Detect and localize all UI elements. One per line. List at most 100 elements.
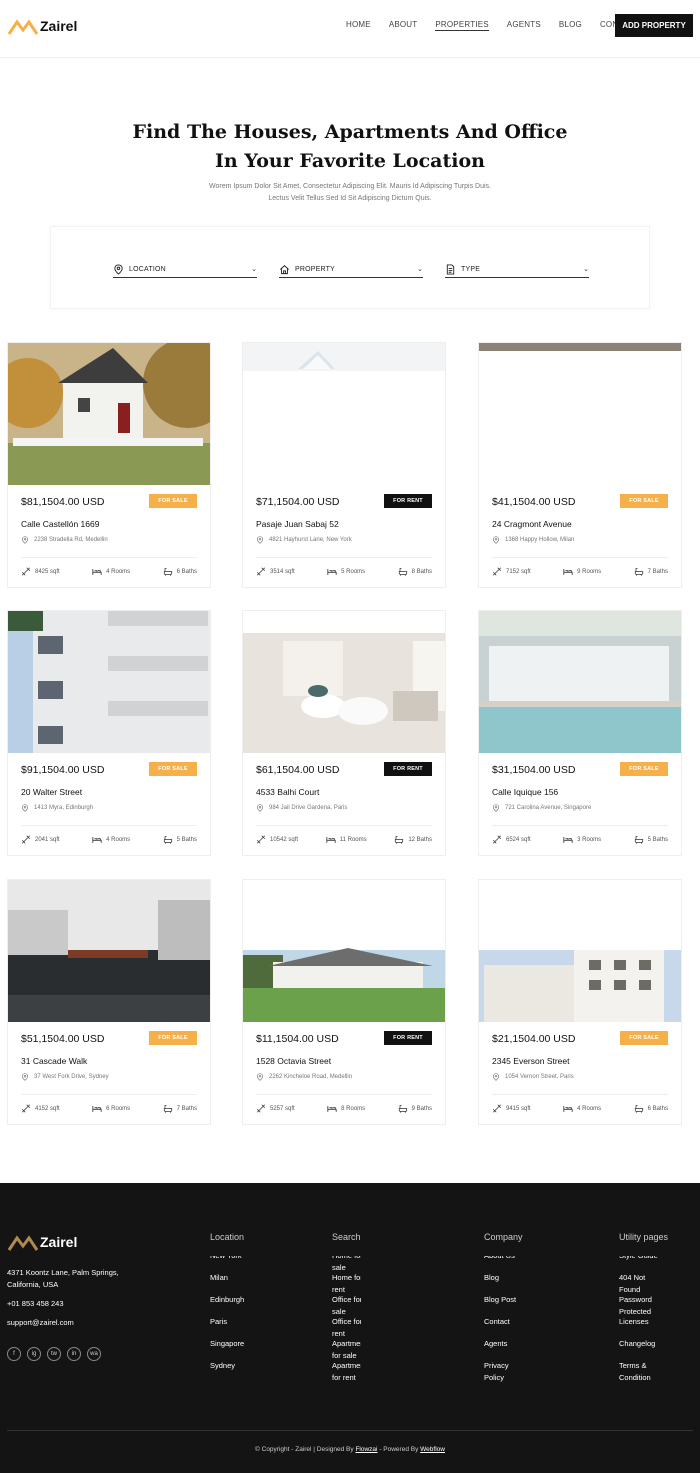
nav-about[interactable]: ABOUT: [389, 20, 418, 31]
social-links: f ig tw in wa: [7, 1347, 101, 1361]
bed-icon: [92, 569, 102, 575]
rooms-value: 4 Rooms: [577, 1105, 602, 1112]
footer-link[interactable]: 404 Not Found: [619, 1272, 668, 1294]
footer-link[interactable]: Sydney: [210, 1360, 244, 1382]
location-pin-icon: [492, 536, 500, 544]
property-card[interactable]: $71,1504.00 USD FOR RENT Pasaje Juan Sab…: [242, 342, 446, 588]
footer-link[interactable]: Privacy Policy: [484, 1360, 523, 1382]
property-photo[interactable]: [479, 880, 681, 1022]
designer-link[interactable]: Flowzai: [355, 1446, 377, 1453]
footer-logo[interactable]: Zairel: [8, 1232, 77, 1252]
property-name[interactable]: Calle Castellón 1669: [21, 519, 99, 529]
footer-link[interactable]: Agents: [484, 1338, 523, 1360]
property-photo[interactable]: [8, 343, 210, 485]
property-photo[interactable]: [479, 611, 681, 753]
property-name[interactable]: 20 Walter Street: [21, 787, 82, 797]
feature-baths: 5 Baths: [163, 835, 197, 844]
footer-link[interactable]: Office for rent: [332, 1316, 361, 1338]
footer-link[interactable]: Edinburgh: [210, 1294, 244, 1316]
footer-link-list: About UsBlogBlog PostContactAgentsPrivac…: [484, 1256, 523, 1386]
footer-column: Location New YorkMilanEdinburghParisSing…: [210, 1232, 244, 1386]
rooms-value: 5 Rooms: [341, 568, 366, 575]
property-card[interactable]: $91,1504.00 USD FOR SALE 20 Walter Stree…: [7, 610, 211, 856]
property-address: 1054 Vernon Street, Paris: [492, 1073, 574, 1081]
property-card[interactable]: $31,1504.00 USD FOR SALE Calle Iquique 1…: [478, 610, 682, 856]
facebook-icon[interactable]: f: [7, 1347, 21, 1361]
property-address: 2238 Stradella Rd, Medellin: [21, 536, 108, 544]
property-features: 4152 sqft 6 Rooms 7 Baths: [21, 1104, 197, 1113]
feature-area: 2041 sqft: [21, 835, 60, 844]
property-features: 10542 sqft 11 Rooms 12 Baths: [256, 835, 432, 844]
property-photo[interactable]: [8, 880, 210, 1022]
footer-phone[interactable]: +01 853 458 243: [7, 1299, 64, 1308]
feature-rooms: 5 Rooms: [327, 567, 365, 576]
footer-link[interactable]: Home for rent: [332, 1272, 361, 1294]
status-badge: FOR SALE: [149, 1031, 197, 1045]
chevron-down-icon: ⌄: [583, 266, 589, 273]
property-card[interactable]: $21,1504.00 USD FOR SALE 2345 Everson St…: [478, 879, 682, 1125]
location-pin-icon: [21, 1073, 29, 1081]
main-nav: HOME ABOUT PROPERTIES AGENTS BLOG CONTAC…: [346, 20, 657, 31]
bed-icon: [563, 837, 573, 843]
property-photo[interactable]: [243, 611, 445, 753]
nav-agents[interactable]: AGENTS: [507, 20, 541, 31]
property-card[interactable]: $11,1504.00 USD FOR RENT 1528 Octavia St…: [242, 879, 446, 1125]
footer-link[interactable]: Home for sale: [332, 1256, 361, 1272]
area-value: 5257 sqft: [270, 1105, 295, 1112]
footer-link[interactable]: Style Guide: [619, 1256, 668, 1272]
location-dropdown[interactable]: LOCATION ⌄: [113, 261, 257, 278]
footer-link[interactable]: Office for sale: [332, 1294, 361, 1316]
footer-link[interactable]: Apartment for rent: [332, 1360, 361, 1382]
footer-link[interactable]: New York: [210, 1256, 244, 1272]
property-name[interactable]: Pasaje Juan Sabaj 52: [256, 519, 339, 529]
footer-link[interactable]: Milan: [210, 1272, 244, 1294]
instagram-icon[interactable]: ig: [27, 1347, 41, 1361]
property-photo[interactable]: [8, 611, 210, 753]
footer-email[interactable]: support@zairel.com: [7, 1318, 74, 1327]
twitter-icon[interactable]: tw: [47, 1347, 61, 1361]
property-card[interactable]: $51,1504.00 USD FOR SALE 31 Cascade Walk…: [7, 879, 211, 1125]
feature-baths: 5 Baths: [634, 835, 668, 844]
whatsapp-icon[interactable]: wa: [87, 1347, 101, 1361]
type-dropdown[interactable]: TYPE ⌄: [445, 261, 589, 278]
footer-link[interactable]: Singapore: [210, 1338, 244, 1360]
footer-link[interactable]: Contact: [484, 1316, 523, 1338]
footer-link[interactable]: About Us: [484, 1256, 523, 1272]
nav-properties[interactable]: PROPERTIES: [435, 20, 489, 31]
property-name[interactable]: 2345 Everson Street: [492, 1056, 570, 1066]
footer-link[interactable]: Licenses: [619, 1316, 668, 1338]
baths-value: 5 Baths: [176, 836, 197, 843]
footer-link[interactable]: Terms & Condition: [619, 1360, 668, 1382]
property-photo[interactable]: [243, 343, 445, 485]
footer-link[interactable]: Blog Post: [484, 1294, 523, 1316]
nav-blog[interactable]: BLOG: [559, 20, 582, 31]
nav-home[interactable]: HOME: [346, 20, 371, 31]
property-card[interactable]: $41,1504.00 USD FOR SALE 24 Cragmont Ave…: [478, 342, 682, 588]
property-name[interactable]: 31 Cascade Walk: [21, 1056, 87, 1066]
location-pin-icon: [492, 804, 500, 812]
property-photo[interactable]: [479, 343, 681, 485]
property-features: 3514 sqft 5 Rooms 8 Baths: [256, 567, 432, 576]
property-name[interactable]: 1528 Octavia Street: [256, 1056, 331, 1066]
property-card[interactable]: $81,1504.00 USD FOR SALE Calle Castellón…: [7, 342, 211, 588]
site-header: Zairel HOME ABOUT PROPERTIES AGENTS BLOG…: [0, 0, 700, 58]
footer-link[interactable]: Paris: [210, 1316, 244, 1338]
property-name[interactable]: 24 Cragmont Avenue: [492, 519, 572, 529]
footer-link[interactable]: Blog: [484, 1272, 523, 1294]
area-value: 9415 sqft: [506, 1105, 531, 1112]
footer-link[interactable]: Apartment for sale: [332, 1338, 361, 1360]
logo[interactable]: Zairel: [8, 16, 77, 36]
feature-baths: 8 Baths: [398, 567, 432, 576]
footer-link[interactable]: Changelog: [619, 1338, 668, 1360]
property-photo[interactable]: [243, 880, 445, 1022]
add-property-button[interactable]: ADD PROPERTY: [615, 14, 693, 37]
webflow-link[interactable]: Webflow: [420, 1446, 445, 1453]
property-dropdown[interactable]: PROPERTY ⌄: [279, 261, 423, 278]
linkedin-icon[interactable]: in: [67, 1347, 81, 1361]
property-name[interactable]: 4533 Balhi Court: [256, 787, 319, 797]
card-divider: [256, 557, 432, 558]
property-card[interactable]: $61,1504.00 USD FOR RENT 4533 Balhi Cour…: [242, 610, 446, 856]
footer-link[interactable]: Password Protected: [619, 1294, 668, 1316]
property-name[interactable]: Calle Iquique 156: [492, 787, 558, 797]
logo-roof-icon: [8, 1235, 38, 1251]
